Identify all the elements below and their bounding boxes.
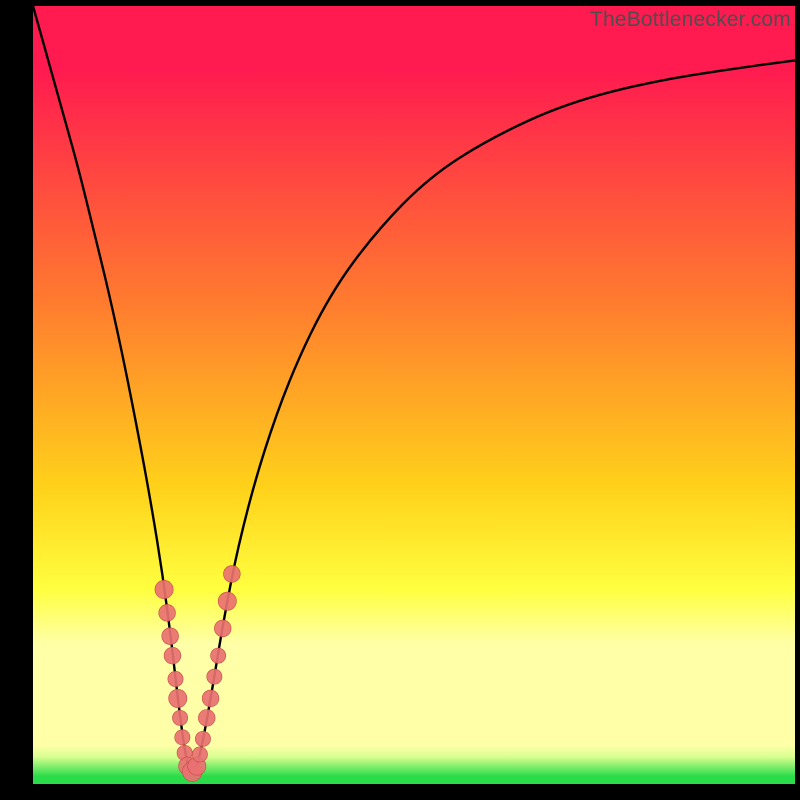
data-marker	[169, 689, 187, 707]
data-marker	[162, 628, 179, 645]
data-marker	[159, 604, 176, 621]
data-marker	[195, 731, 210, 746]
data-marker	[164, 647, 181, 664]
bottleneck-curve	[33, 6, 795, 772]
data-marker	[155, 580, 173, 598]
data-marker	[224, 566, 241, 583]
data-marker	[172, 710, 187, 725]
data-marker	[214, 620, 231, 637]
marker-group	[155, 566, 240, 782]
data-marker	[175, 730, 190, 745]
data-marker	[207, 669, 222, 684]
data-marker	[202, 690, 219, 707]
watermark-text: TheBottlenecker.com	[590, 8, 791, 32]
curve-layer	[33, 6, 795, 784]
chart-frame: TheBottlenecker.com	[0, 0, 800, 800]
plot-area	[33, 6, 795, 784]
data-marker	[218, 592, 236, 610]
data-marker	[211, 648, 226, 663]
data-marker	[168, 671, 183, 686]
data-marker	[198, 709, 215, 726]
data-marker	[192, 747, 207, 762]
